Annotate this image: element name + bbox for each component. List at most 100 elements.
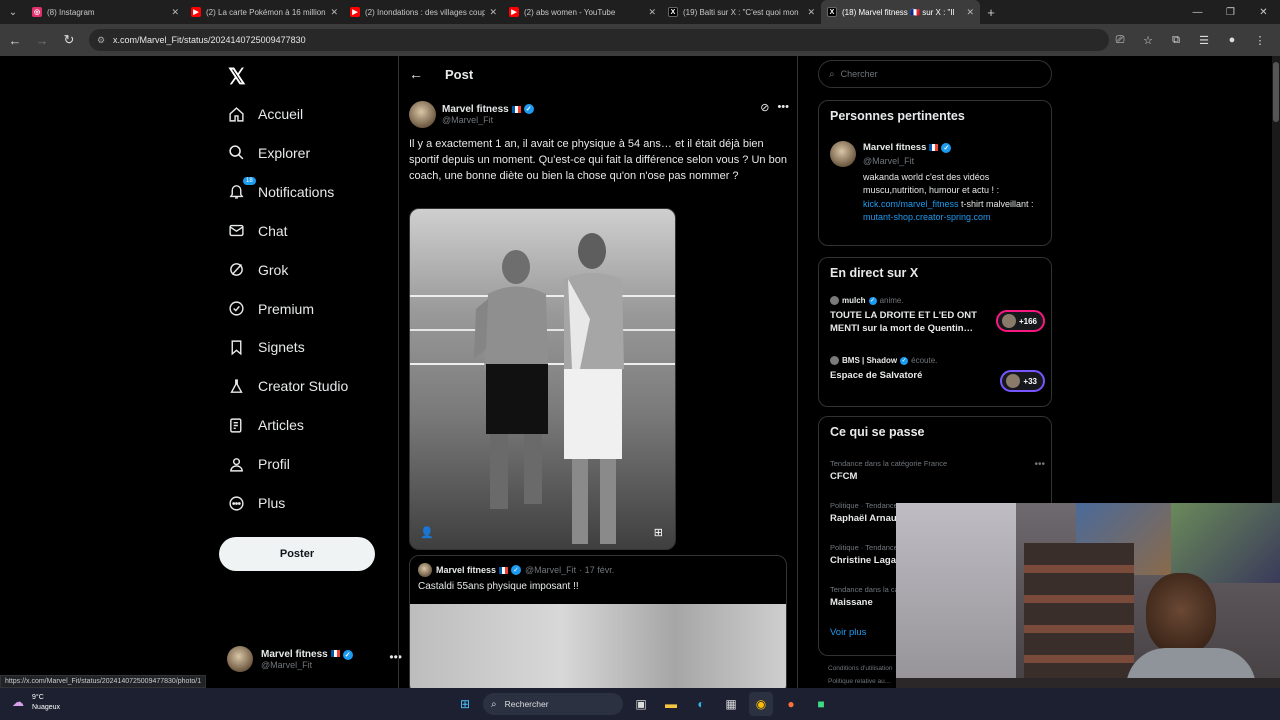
trend-more-icon[interactable]: •••: [1034, 459, 1045, 470]
account-switcher[interactable]: Marvel fitness ✓ @Marvel_Fit •••: [227, 644, 402, 674]
tab-title: (2) abs women - YouTube: [524, 7, 616, 17]
avatar[interactable]: [830, 141, 856, 167]
tagged-user-icon[interactable]: 👤: [420, 526, 434, 539]
quote-author-row: Marvel fitness ✓ @Marvel_Fit · 17 févr.: [418, 563, 614, 577]
sidebar-item-articles[interactable]: Articles: [227, 410, 304, 440]
sidebar-item-premium[interactable]: Premium: [227, 294, 314, 324]
quoted-tweet[interactable]: Marvel fitness ✓ @Marvel_Fit · 17 févr. …: [409, 555, 787, 688]
author-name[interactable]: Marvel fitness ✓: [442, 104, 534, 115]
post-button[interactable]: Poster: [219, 537, 375, 571]
relevant-name[interactable]: Marvel fitness ✓: [863, 142, 952, 153]
browser-menu-icon[interactable]: ⋮: [1246, 28, 1274, 52]
sidebar-item-label: Premium: [258, 300, 315, 317]
sidebar-item-accueil[interactable]: Accueil: [227, 99, 303, 129]
sidebar-item-explorer[interactable]: Explorer: [227, 138, 310, 168]
sidebar-item-label: Accueil: [258, 106, 304, 122]
site-info-icon[interactable]: ⚙: [97, 35, 107, 45]
quote-image[interactable]: [410, 604, 786, 688]
bell-icon: 18: [227, 176, 256, 201]
extensions-icon[interactable]: ⧉: [1162, 28, 1190, 52]
sidebar-item-profil[interactable]: Profil: [227, 449, 290, 479]
relevant-people-card: Personnes pertinentes Marvel fitness ✓ @M…: [818, 100, 1052, 246]
author-handle[interactable]: @Marvel_Fit: [442, 115, 534, 125]
live-item[interactable]: mulch ✓ anime. TOUTE LA DROITE ET L'ED ONT …: [830, 296, 1045, 335]
man-figure-left: [474, 250, 548, 509]
live-card: En direct sur X mulch ✓ anime. TOUTE LA DRO…: [818, 257, 1052, 407]
browser-tab[interactable]: ▶ (2) La carte Pokémon à 16 millions ✕: [185, 0, 344, 24]
back-arrow-icon[interactable]: ←: [409, 66, 423, 82]
restore-icon[interactable]: ❐: [1214, 0, 1247, 24]
new-tab-button[interactable]: +: [980, 5, 1002, 20]
sidebar-item-notifications[interactable]: 18 Notifications: [227, 176, 335, 207]
close-window-icon[interactable]: ✕: [1247, 0, 1280, 24]
france-flag-icon: [499, 566, 509, 574]
sidebar-item-label: Notifications: [258, 183, 335, 200]
tweet-photo[interactable]: 👤 ⊞: [409, 208, 676, 550]
sidebar-item-chat[interactable]: Chat: [227, 216, 288, 246]
avatar[interactable]: [409, 100, 436, 128]
tab-favicon-icon: ◎: [32, 7, 42, 17]
reading-list-icon[interactable]: ☰: [1190, 28, 1218, 52]
scrollbar-thumb[interactable]: [1273, 62, 1279, 122]
edge-icon[interactable]: ◐: [689, 692, 713, 716]
page-title: Post: [445, 66, 474, 82]
firefox-icon[interactable]: ●: [779, 692, 803, 716]
footer-link[interactable]: Conditions d'utilisation: [828, 662, 892, 675]
live-listeners-pill[interactable]: +166: [995, 310, 1045, 332]
weather-desc: Nuageux: [32, 704, 61, 711]
france-flag-icon: [929, 144, 939, 151]
reload-button[interactable]: ↻: [57, 28, 81, 52]
app-icon[interactable]: ■: [809, 692, 833, 716]
tab-title: (2) Inondations : des villages coupés: [365, 7, 486, 17]
browser-tab[interactable]: X (18) Marvel fitness 🇫🇷 sur X : "Il ✕: [821, 0, 980, 24]
tab-close-icon[interactable]: ✕: [489, 7, 497, 18]
taskbar-search[interactable]: ⌕ Rechercher: [483, 693, 623, 715]
bio-link-kick[interactable]: kick.com/marvel_fitness: [863, 199, 959, 209]
user-icon: [227, 455, 245, 473]
file-explorer-icon[interactable]: ▬: [659, 692, 683, 716]
bio-link-shop[interactable]: mutant-shop.creator-spring.com: [863, 212, 991, 222]
browser-tab[interactable]: ◎ (8) Instagram ✕: [26, 0, 185, 24]
chrome-icon[interactable]: ◉: [749, 692, 773, 716]
bookmark-star-icon[interactable]: ☆: [1134, 28, 1162, 52]
tweet-text: Il y a exactement 1 an, il avait ce phys…: [409, 138, 787, 182]
sidebar-item-signets[interactable]: Signets: [227, 332, 305, 362]
footer-link[interactable]: Politique relative au…: [828, 675, 892, 688]
search-input[interactable]: ⌕ Chercher: [818, 60, 1052, 88]
trend-item[interactable]: Tendance dans la catégorie France CFCM •••: [830, 459, 1045, 482]
address-toolbar: ← → ↻ ⚙ x.com/Marvel_Fit/status/20241407…: [0, 24, 1280, 56]
relevant-handle[interactable]: @Marvel_Fit: [863, 156, 914, 166]
tab-close-icon[interactable]: ✕: [171, 7, 179, 18]
grok-icon[interactable]: ⊘: [760, 101, 769, 114]
weather-widget[interactable]: ☁ 9°C Nuageux: [12, 693, 60, 713]
browser-tab[interactable]: X (19) Balti sur X : "C'est quoi mon ✕: [662, 0, 821, 24]
tab-close-icon[interactable]: ✕: [648, 7, 656, 18]
grok-image-icon[interactable]: ⊞: [654, 526, 663, 539]
france-flag-icon: [511, 105, 521, 113]
sidebar-item-creator-studio[interactable]: Creator Studio: [227, 371, 348, 401]
browser-tab[interactable]: ▶ (2) abs women - YouTube ✕: [503, 0, 662, 24]
profile-icon[interactable]: ●: [1218, 28, 1246, 52]
url-bar[interactable]: ⚙ x.com/Marvel_Fit/status/20241407250094…: [89, 29, 1109, 51]
see-more-link[interactable]: Voir plus: [830, 627, 866, 638]
back-button[interactable]: ←: [3, 28, 27, 52]
tab-close-icon[interactable]: ✕: [807, 7, 815, 18]
live-action: anime.: [879, 296, 904, 305]
tab-search-chevron-icon[interactable]: ⌄: [0, 0, 26, 24]
live-listeners-pill[interactable]: +33: [1000, 370, 1045, 392]
windows-start-icon[interactable]: ⊞: [453, 692, 477, 716]
tab-close-icon[interactable]: ✕: [966, 7, 974, 18]
x-logo-icon[interactable]: 𝕏: [228, 64, 246, 90]
minimize-icon[interactable]: —: [1181, 0, 1214, 24]
store-icon[interactable]: ▦: [719, 692, 743, 716]
sidebar-item-plus[interactable]: Plus: [227, 488, 285, 518]
live-item[interactable]: BMS | Shadow ✓ écoute. Espace de Salvatoré +…: [830, 356, 1045, 392]
tab-close-icon[interactable]: ✕: [330, 7, 338, 18]
task-view-icon[interactable]: ▣: [629, 692, 653, 716]
browser-tab[interactable]: ▶ (2) Inondations : des villages coupés ✕: [344, 0, 503, 24]
avatar: [1001, 314, 1016, 328]
cast-icon[interactable]: ⎚: [1106, 28, 1134, 52]
sidebar-item-grok[interactable]: Grok: [227, 255, 288, 285]
forward-button[interactable]: →: [30, 28, 54, 52]
more-icon[interactable]: •••: [777, 101, 789, 114]
